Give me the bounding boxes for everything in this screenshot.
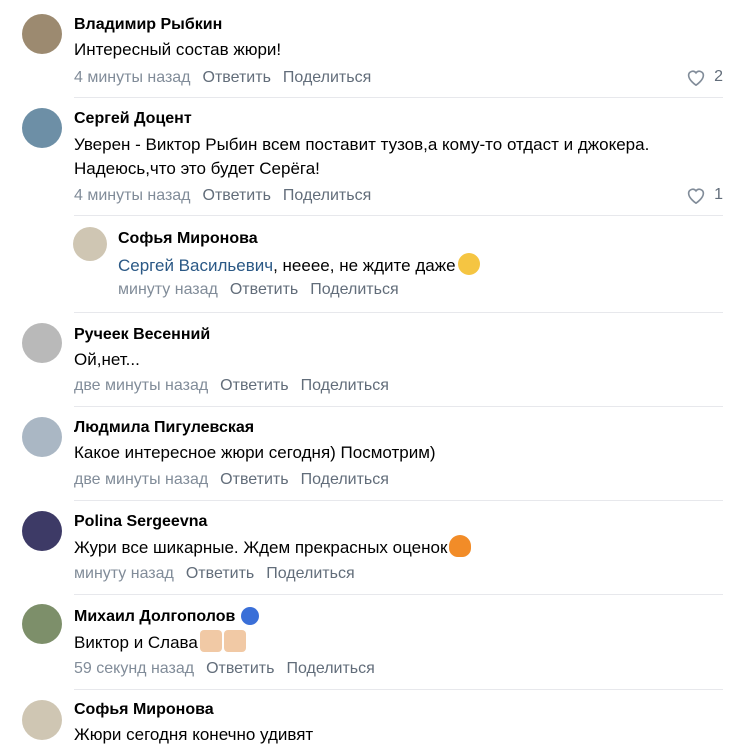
comment-text: Виктор и Слава [74,630,246,655]
comment-text: Надеюсь,что это будет Серёга! [74,159,320,178]
comment-text: Какое интересное жюри сегодня) Посмотрим… [74,443,436,462]
comment-text: Интересный состав жюри! [74,40,282,59]
share-button[interactable]: Поделиться [266,565,354,582]
author-name[interactable]: Софья Миронова [118,230,258,248]
share-button[interactable]: Поделиться [286,660,374,677]
share-button[interactable]: Поделиться [310,281,398,298]
share-button[interactable]: Поделиться [283,69,371,86]
author-name[interactable]: Polina Sergeevna [74,513,207,531]
divider [74,594,723,595]
reply-button[interactable]: Ответить [203,187,271,204]
author-name[interactable]: Людмила Пигулевская [74,419,254,437]
divider [74,215,723,216]
like-count: 2 [714,68,723,85]
divider [74,312,723,313]
like-count: 1 [714,186,723,203]
author-name[interactable]: Сергей Доцент [74,110,192,128]
timestamp[interactable]: 59 секунд назад [74,660,194,677]
like-button[interactable]: 2 [686,68,723,86]
avatar[interactable] [22,323,62,363]
heart-icon [687,70,705,86]
share-button[interactable]: Поделиться [301,377,389,394]
verified-badge-icon [241,607,260,625]
avatar[interactable] [22,417,62,457]
author-name[interactable]: Михаил Долгополов [74,607,260,626]
comment-text: Жури все шикарные. Ждем прекрасных оцено… [74,535,472,560]
timestamp[interactable]: минуту назад [74,565,174,582]
divider [74,406,723,407]
timestamp[interactable]: 4 минуты назад [74,187,191,204]
smile-emoji-icon [457,253,480,275]
avatar[interactable] [22,700,62,740]
comment-text: Жюри сегодня конечно удивят [74,725,314,744]
comment-text: Сергей Васильевич, нееее, не ждите даже [118,253,480,278]
timestamp[interactable]: 4 минуты назад [74,69,191,86]
reply-button[interactable]: Ответить [203,69,271,86]
timestamp[interactable]: минуту назад [118,281,218,298]
avatar[interactable] [22,14,62,54]
author-name[interactable]: Ручеек Весенний [74,326,210,344]
divider [74,97,723,98]
heart-icon [687,188,705,204]
mention-link[interactable]: Сергей Васильевич [118,256,273,275]
share-button[interactable]: Поделиться [301,471,389,488]
author-name[interactable]: Софья Миронова [74,701,214,719]
share-button[interactable]: Поделиться [283,187,371,204]
thumbs-up-icon [199,630,222,652]
reply-button[interactable]: Ответить [186,565,254,582]
avatar[interactable] [73,227,107,261]
divider [74,689,723,690]
like-button[interactable]: 1 [686,186,723,204]
thumbs-up-icon [223,630,246,652]
fire-emoji-icon [449,535,472,557]
reply-button[interactable]: Ответить [220,377,288,394]
comment-text: Уверен - Виктор Рыбин всем поставит тузо… [74,135,650,154]
avatar[interactable] [22,511,62,551]
comment-text: Ой,нет... [74,350,140,369]
author-name[interactable]: Владимир Рыбкин [74,16,222,34]
timestamp[interactable]: две минуты назад [74,471,208,488]
timestamp[interactable]: две минуты назад [74,377,208,394]
avatar[interactable] [22,108,62,148]
divider [74,500,723,501]
reply-button[interactable]: Ответить [206,660,274,677]
reply-button[interactable]: Ответить [220,471,288,488]
avatar[interactable] [22,604,62,644]
reply-button[interactable]: Ответить [230,281,298,298]
